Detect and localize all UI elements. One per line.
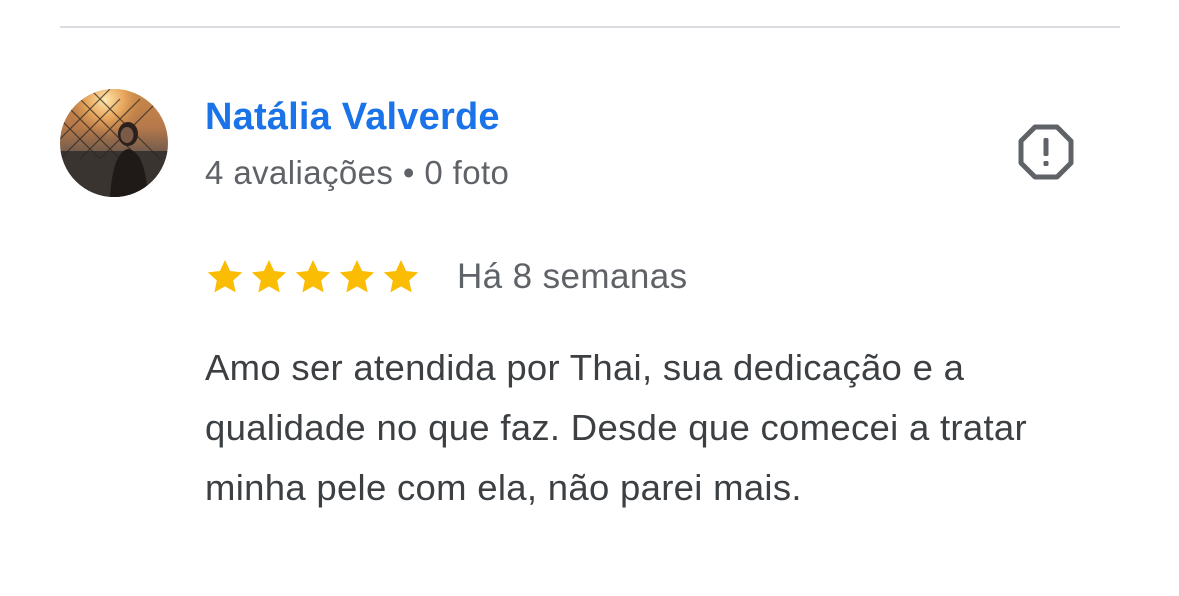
review-date: Há 8 semanas [457, 257, 688, 296]
report-review-button[interactable] [1014, 120, 1078, 184]
avatar-photo [60, 89, 168, 197]
report-flag-octagon-icon [1018, 124, 1074, 180]
star-icon [381, 257, 421, 297]
rating-row: Há 8 semanas [205, 253, 687, 301]
star-rating [205, 257, 421, 297]
reviewer-name[interactable]: Natália Valverde [205, 96, 500, 139]
star-icon [337, 257, 377, 297]
reviewer-stats[interactable]: 4 avaliações • 0 foto [205, 154, 509, 192]
star-icon [249, 257, 289, 297]
review-text: Amo ser atendida por Thai, sua dedicação… [205, 347, 1027, 508]
star-icon [205, 257, 245, 297]
star-icon [293, 257, 333, 297]
top-divider [60, 26, 1120, 28]
avatar[interactable] [60, 89, 168, 197]
